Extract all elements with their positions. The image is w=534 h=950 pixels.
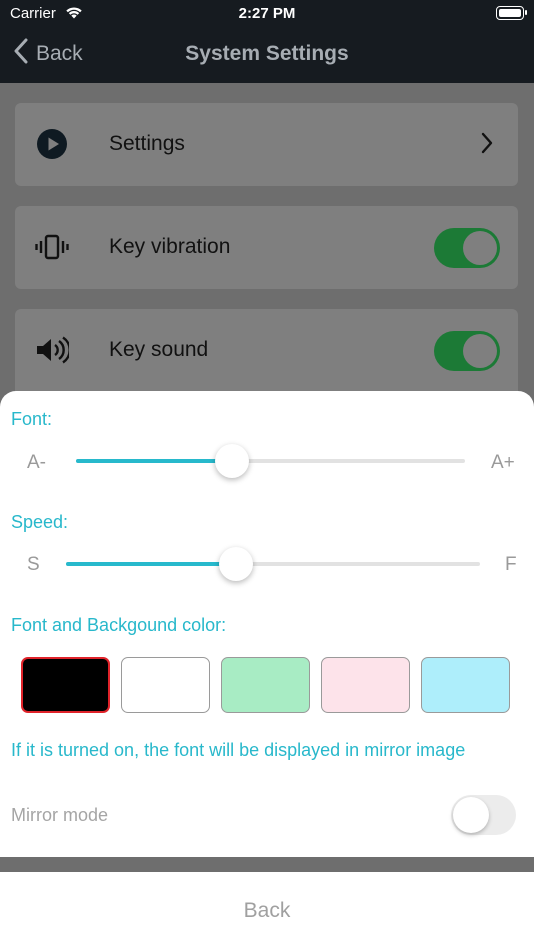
clock: 2:27 PM — [238, 5, 296, 22]
chevron-right-icon — [480, 131, 494, 160]
settings-row[interactable]: Settings — [15, 103, 518, 186]
key-sound-label: Key sound — [109, 338, 209, 361]
font-max-label: A+ — [491, 452, 515, 473]
color-swatch-cyan[interactable] — [421, 657, 510, 713]
page-title: System Settings — [185, 42, 349, 65]
play-circle-icon — [35, 127, 69, 161]
speaker-icon — [35, 333, 69, 367]
font-section-title: Font: — [11, 409, 53, 429]
font-slider-fill — [76, 459, 232, 463]
mirror-mode-toggle[interactable] — [451, 795, 516, 835]
display-options-sheet: Font: A- A+ Speed: S F Font and Backgoun… — [0, 391, 534, 857]
key-sound-toggle[interactable] — [434, 331, 500, 371]
speed-slider-thumb[interactable] — [218, 547, 253, 581]
bottom-back-button[interactable]: Back — [0, 872, 534, 950]
color-swatch-white[interactable] — [121, 657, 210, 713]
key-vibration-toggle[interactable] — [434, 228, 500, 268]
speed-min-label: S — [27, 554, 40, 575]
mirror-mode-note: If it is turned on, the font will be dis… — [11, 740, 466, 760]
color-section-title: Font and Backgound color: — [11, 615, 227, 635]
toggle-knob — [463, 231, 497, 265]
speed-slider[interactable] — [66, 547, 480, 581]
font-slider-thumb[interactable] — [214, 444, 249, 478]
font-slider[interactable] — [76, 444, 465, 478]
vibration-icon — [35, 230, 69, 264]
mirror-mode-label: Mirror mode — [11, 805, 109, 825]
toggle-knob — [463, 334, 497, 368]
settings-label: Settings — [109, 132, 185, 155]
key-vibration-label: Key vibration — [109, 235, 231, 258]
status-bar: Carrier 2:27 PM — [0, 0, 534, 28]
speed-section-title: Speed: — [11, 512, 69, 532]
color-swatches — [21, 657, 510, 713]
color-swatch-green[interactable] — [221, 657, 310, 713]
battery-icon — [496, 6, 527, 20]
speed-slider-fill — [66, 562, 236, 566]
speed-max-label: F — [505, 554, 517, 575]
top-bar: Carrier 2:27 PM Back System Settings — [0, 0, 534, 83]
color-swatch-black[interactable] — [21, 657, 110, 713]
key-vibration-row: Key vibration — [15, 206, 518, 289]
color-swatch-pink[interactable] — [321, 657, 410, 713]
toggle-knob — [453, 797, 489, 833]
font-min-label: A- — [27, 452, 46, 473]
